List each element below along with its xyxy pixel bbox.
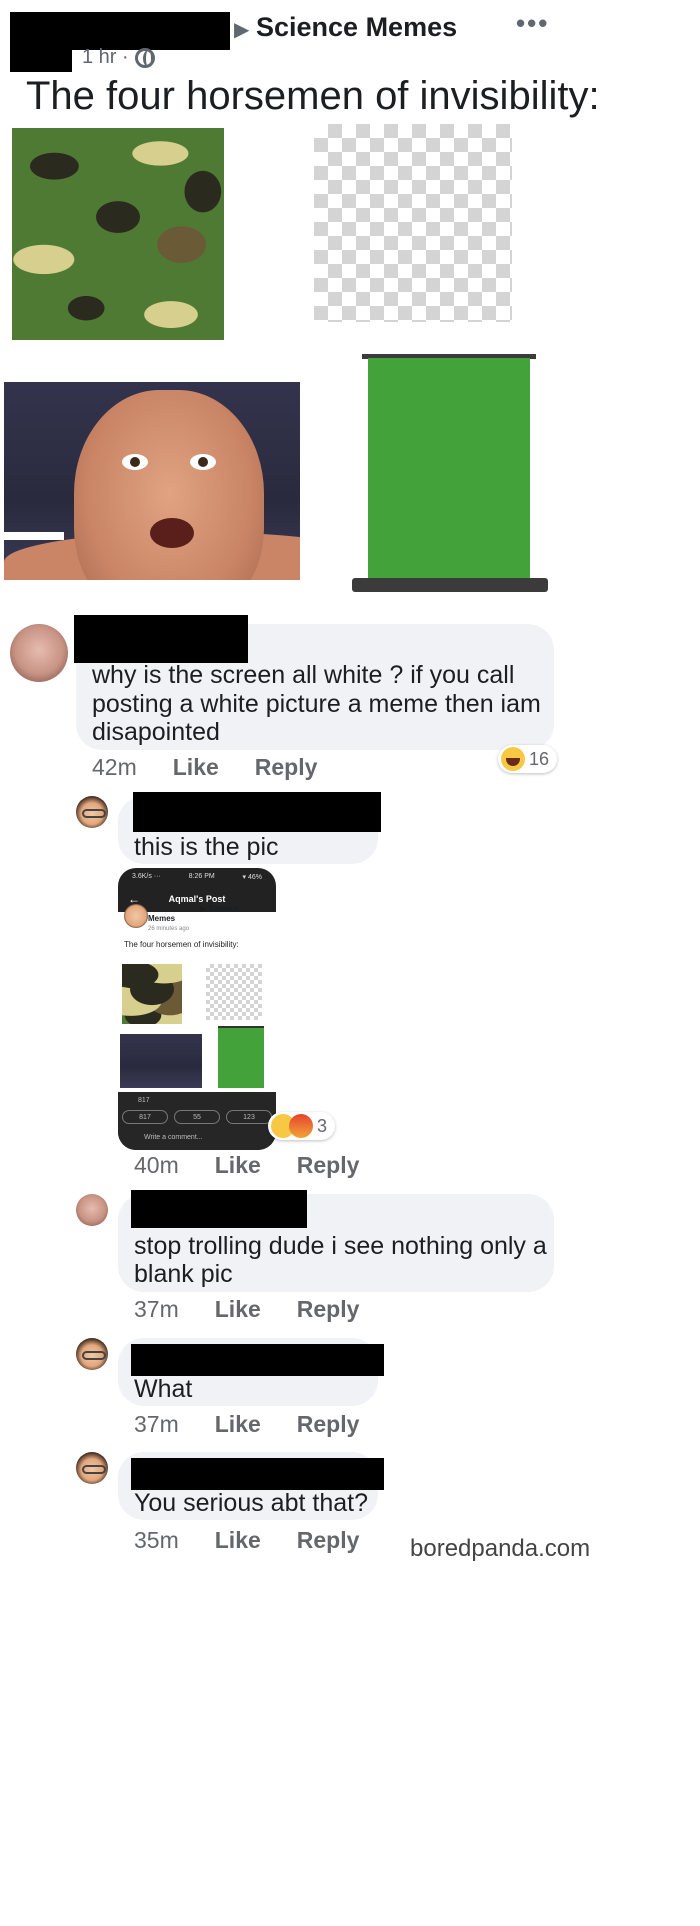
reply-button[interactable]: Reply (297, 1527, 360, 1554)
comment-text: What (134, 1375, 193, 1403)
reply-button[interactable]: Reply (255, 754, 318, 781)
phone-screenshot-image[interactable]: 3.6K/s ··· 8:26 PM ▾ 46% ← Aqmal's Post … (118, 868, 276, 1150)
group-name-link[interactable]: Science Memes (256, 12, 457, 43)
phone-camouflage-image (122, 964, 182, 1024)
phone-group-name-line2: Memes (148, 914, 176, 923)
phone-avatar (124, 904, 148, 928)
reaction-summary[interactable]: 16 (498, 745, 558, 773)
more-options-icon[interactable]: ••• (516, 8, 549, 39)
comment-actions: 37m Like Reply (134, 1411, 359, 1438)
phone-comment-count: 55 (193, 1113, 201, 1121)
comment-text-line: disapointed (92, 718, 220, 746)
open-mouth (150, 518, 194, 548)
right-eye (190, 454, 216, 470)
comment-time[interactable]: 37m (134, 1411, 179, 1438)
post-time: 1 hr · (82, 46, 129, 68)
reply-button[interactable]: Reply (297, 1152, 360, 1179)
commenter-avatar[interactable] (76, 796, 108, 828)
commenter-avatar[interactable] (76, 1194, 108, 1226)
comment-time[interactable]: 42m (92, 754, 137, 781)
phone-share-count: 123 (243, 1113, 255, 1121)
status-clock: 8:26 PM (188, 873, 215, 880)
face (74, 390, 264, 580)
redacted-poster-name-bar (72, 12, 230, 50)
green-screen-base (352, 578, 548, 592)
phone-write-comment: Write a comment... (144, 1134, 203, 1141)
reply-button[interactable]: Reply (297, 1411, 360, 1438)
phone-post-time: 26 minutes ago (148, 926, 190, 932)
phone-reaction-count: 817 (138, 1097, 150, 1104)
phone-like-pill: 817 (122, 1110, 168, 1124)
like-button[interactable]: Like (215, 1411, 261, 1438)
ring-rope (4, 532, 64, 540)
redacted-commenter-name (133, 792, 381, 832)
like-button[interactable]: Like (215, 1527, 261, 1554)
status-right: ▾ 46% (242, 874, 262, 881)
haha-icon (501, 747, 525, 771)
commenter-avatar[interactable] (76, 1338, 108, 1370)
phone-more-icon: ··· (258, 906, 266, 915)
phone-john-cena-image (120, 1034, 202, 1088)
comment-time[interactable]: 35m (134, 1527, 179, 1554)
comment-text: You serious abt that? (134, 1489, 368, 1517)
comment-time[interactable]: 40m (134, 1152, 179, 1179)
comment-text: this is the pic (134, 833, 279, 861)
angry-icon (289, 1114, 313, 1138)
globe-icon (134, 47, 155, 68)
phone-share-pill: 123 (226, 1110, 272, 1124)
transparency-image[interactable] (314, 124, 512, 322)
watermark: boredpanda.com (410, 1535, 591, 1562)
comment-actions: 40m Like Reply (134, 1152, 359, 1179)
post-timestamp[interactable]: 1 hr · (82, 46, 155, 69)
reaction-count: 3 (317, 1115, 328, 1136)
redacted-commenter-name (131, 1190, 307, 1228)
like-button[interactable]: Like (215, 1296, 261, 1323)
arrow-icon: ▶ (234, 19, 250, 41)
comment-text-line: blank pic (134, 1260, 233, 1288)
commenter-avatar[interactable] (76, 1452, 108, 1484)
phone-post-text: The four horsemen of invisibility: (124, 940, 239, 949)
green-screen-image[interactable] (346, 350, 552, 602)
phone-comment-pill: 55 (174, 1110, 220, 1124)
comment-actions: 35m Like Reply (134, 1527, 359, 1554)
reply-button[interactable]: Reply (297, 1296, 360, 1323)
like-button[interactable]: Like (215, 1152, 261, 1179)
phone-transparency-image (206, 964, 262, 1020)
phone-group-name: ▶ Science (200, 904, 239, 913)
left-eye (122, 454, 148, 470)
phone-status-bar: 3.6K/s ··· 8:26 PM ▾ 46% (118, 868, 276, 886)
status-left: 3.6K/s ··· (132, 873, 161, 880)
post-text: The four horsemen of invisibility: (26, 74, 600, 118)
comment-time[interactable]: 37m (134, 1296, 179, 1323)
phone-like-count: 817 (139, 1113, 151, 1121)
like-button[interactable]: Like (173, 754, 219, 781)
john-cena-image[interactable] (4, 382, 300, 580)
reaction-count: 16 (529, 748, 550, 769)
camouflage-image[interactable] (12, 128, 224, 340)
commenter-avatar[interactable] (10, 624, 68, 682)
comment-actions: 42m Like Reply (92, 754, 317, 781)
redacted-poster-name (10, 12, 72, 72)
comment-actions: 37m Like Reply (134, 1296, 359, 1323)
reaction-summary[interactable]: 3 (268, 1112, 336, 1140)
redacted-commenter-name (74, 615, 248, 663)
green-screen-panel (368, 358, 530, 580)
phone-green-screen-image (218, 1026, 264, 1088)
